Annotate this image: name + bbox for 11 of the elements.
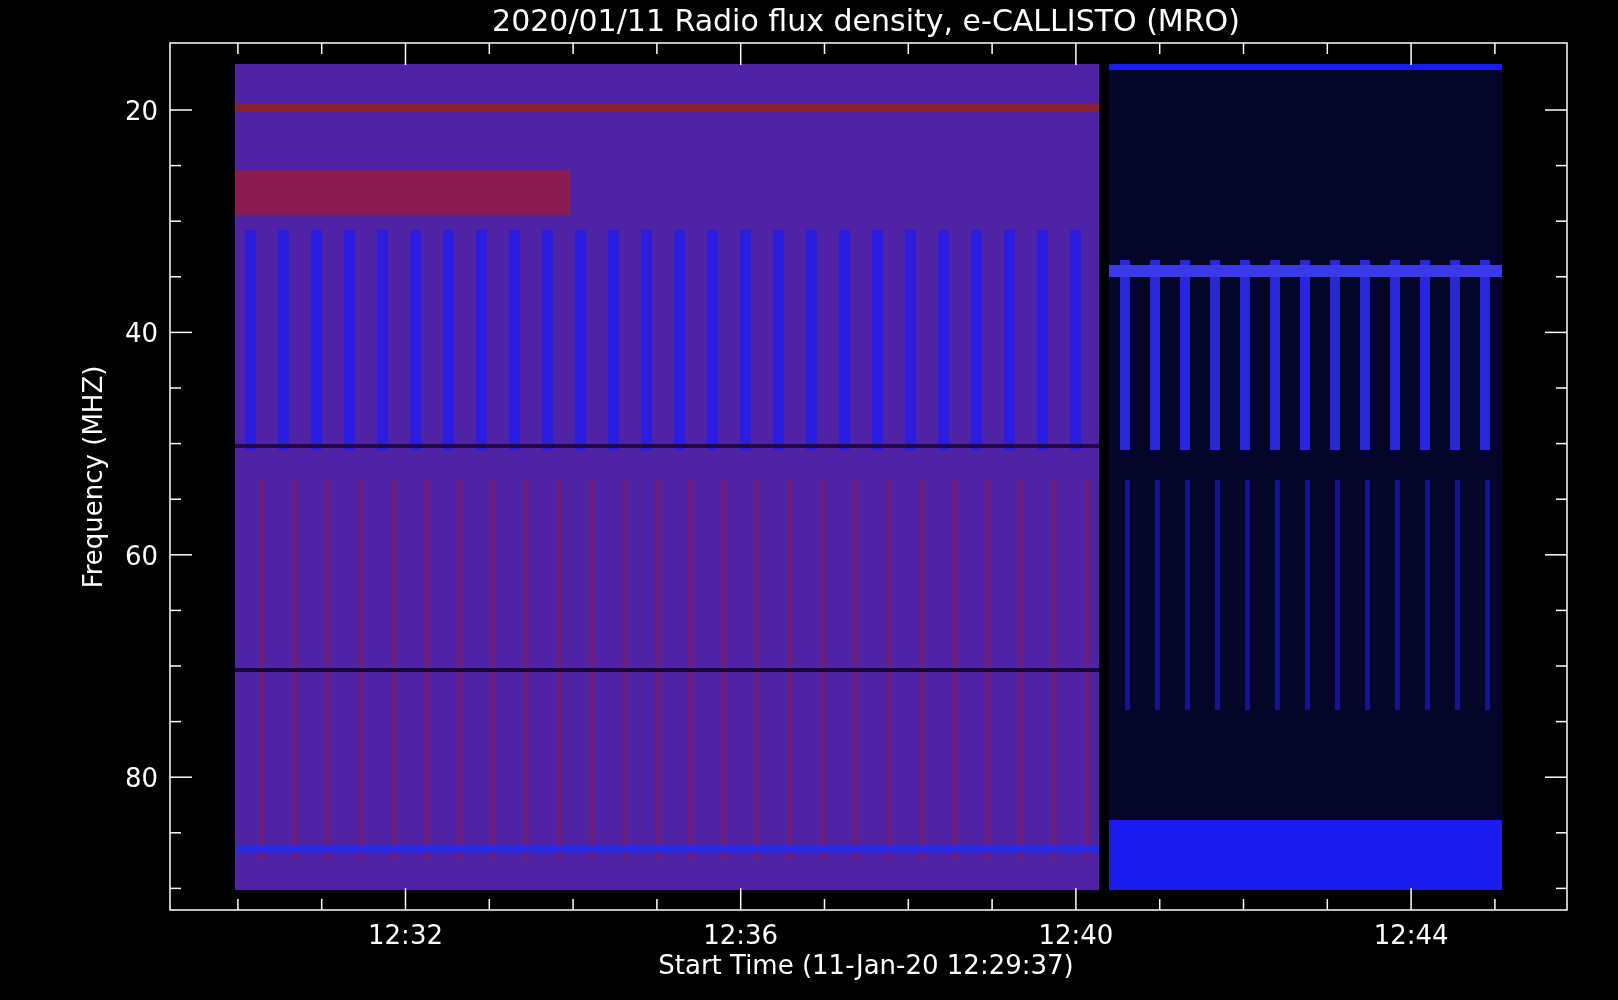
x-axis-label: Start Time (11-Jan-20 12:29:37) [658,950,1074,980]
x-tick-label: 12:36 [703,920,779,950]
x-tick-label: 12:44 [1373,920,1449,950]
y-tick-label: 40 [124,318,158,349]
y-axis-label: Frequency (MHZ) [78,365,108,589]
y-tick-label: 80 [124,763,158,794]
chart-title: 2020/01/11 Radio flux density, e-CALLISTO (MRO) [492,3,1240,38]
x-tick-label: 12:32 [368,920,443,950]
y-tick-label: 60 [124,540,158,571]
y-tick-label: 20 [124,96,158,126]
x-tick-label: 12:40 [1038,920,1114,950]
